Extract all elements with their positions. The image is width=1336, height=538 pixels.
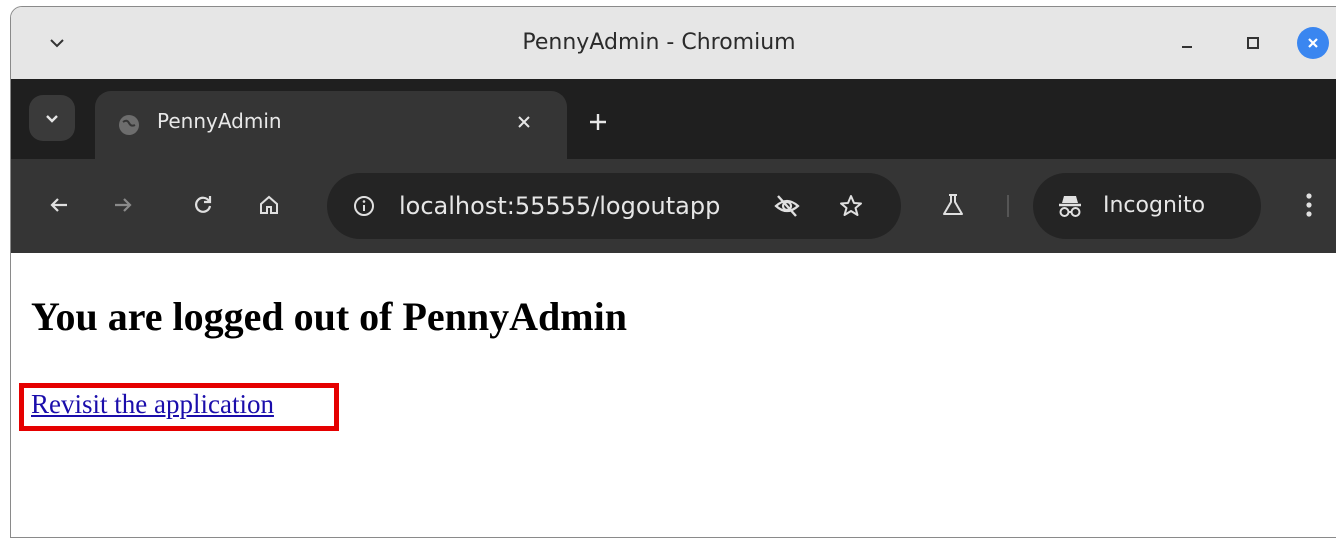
toolbar: localhost:55555/logoutapp Incognito: [11, 159, 1336, 253]
minimize-icon[interactable]: [1171, 27, 1203, 59]
maximize-icon[interactable]: [1237, 27, 1269, 59]
url-text[interactable]: localhost:55555/logoutapp: [399, 173, 720, 239]
tab-strip: PennyAdmin: [11, 79, 1336, 159]
star-icon[interactable]: [835, 190, 867, 222]
incognito-label: Incognito: [1103, 193, 1206, 218]
tab-pennyadmin[interactable]: PennyAdmin: [95, 91, 567, 159]
page-content: You are logged out of PennyAdmin Revisit…: [11, 253, 1336, 537]
globe-icon: [117, 113, 141, 137]
reload-icon[interactable]: [187, 189, 219, 221]
eye-slash-icon[interactable]: [771, 190, 803, 222]
incognito-button[interactable]: Incognito: [1033, 173, 1261, 239]
forward-icon[interactable]: [107, 189, 139, 221]
window-title: PennyAdmin - Chromium: [522, 30, 796, 55]
browser-window: PennyAdmin - Chromium PennyAdmin localho…: [10, 6, 1336, 538]
toolbar-divider: [1007, 195, 1009, 217]
home-icon[interactable]: [253, 189, 285, 221]
incognito-icon: [1055, 191, 1085, 221]
highlight-annotation-box: [19, 383, 339, 431]
new-tab-icon[interactable]: [583, 107, 613, 137]
page-heading: You are logged out of PennyAdmin: [31, 294, 627, 339]
title-bar: PennyAdmin - Chromium: [11, 7, 1336, 79]
tab-close-icon[interactable]: [511, 109, 537, 135]
labs-flask-icon[interactable]: [937, 189, 969, 221]
more-vert-icon[interactable]: [1293, 189, 1325, 221]
address-bar[interactable]: localhost:55555/logoutapp: [327, 173, 901, 239]
tab-search-icon[interactable]: [29, 95, 75, 141]
tab-title: PennyAdmin: [157, 109, 282, 133]
close-icon[interactable]: [1297, 27, 1329, 59]
info-icon[interactable]: [349, 191, 379, 221]
back-icon[interactable]: [43, 189, 75, 221]
